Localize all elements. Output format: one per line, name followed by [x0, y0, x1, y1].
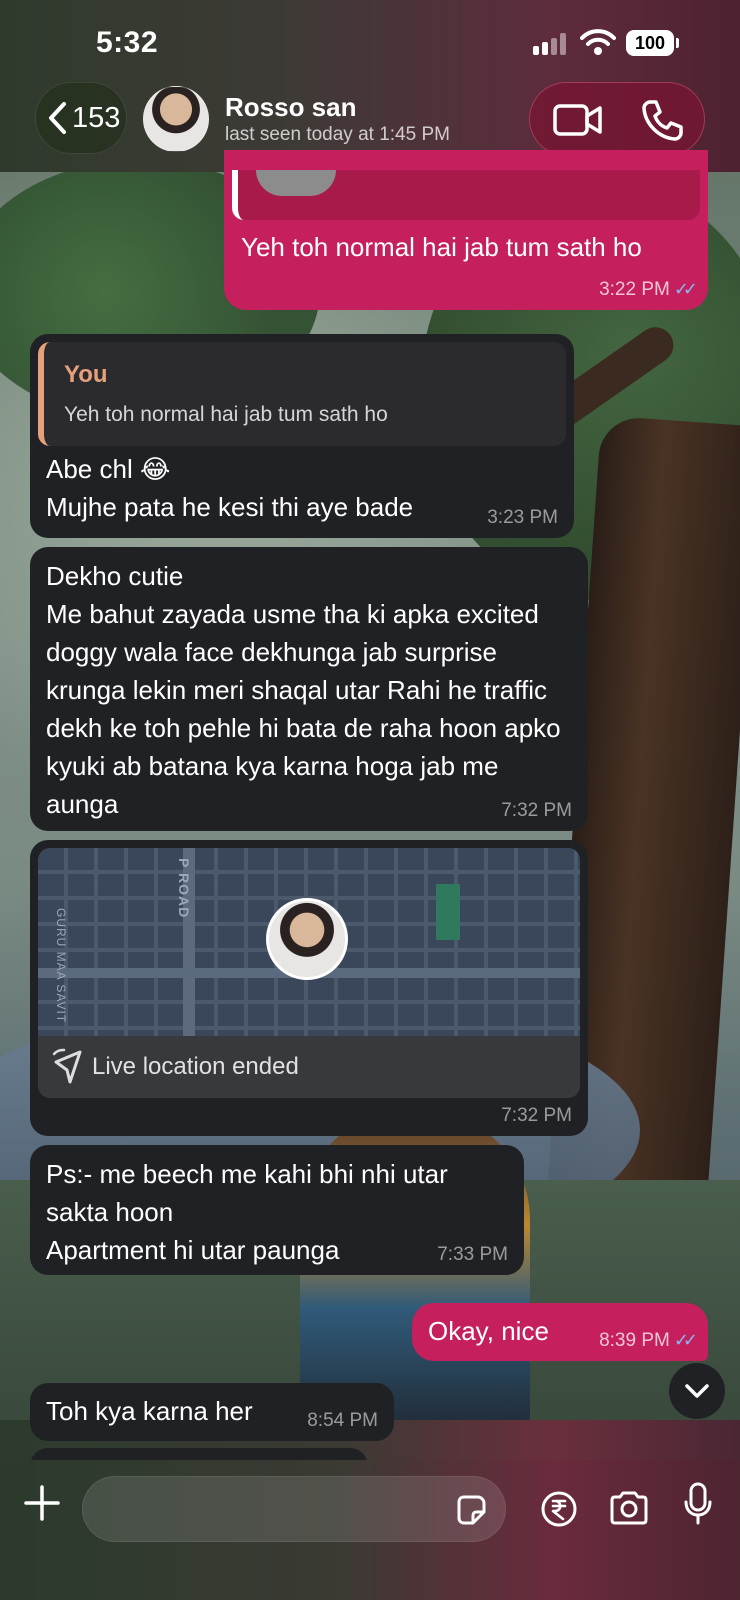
video-call-button[interactable] [553, 100, 603, 140]
location-map[interactable]: P ROAD GURU MAA SAVIT [38, 848, 580, 1036]
back-button[interactable]: 153 [35, 82, 127, 154]
message-meta: 3:22 PM ✓✓ [599, 279, 698, 300]
scroll-to-bottom-button[interactable] [669, 1363, 725, 1419]
message-text: Dekho cutie Me bahut zayada usme tha ki … [46, 561, 561, 819]
message-outgoing[interactable]: Yeh toh normal hai jab tum sath ho 3:22 … [224, 150, 708, 310]
chevron-down-icon [685, 1384, 709, 1398]
live-location-status: Live location ended [38, 1036, 580, 1098]
message-incoming[interactable]: You Yeh toh normal hai jab tum sath ho A… [30, 334, 574, 538]
message-time: 8:39 PM [599, 1330, 670, 1351]
map-avatar [266, 898, 348, 980]
message-meta: 8:39 PM ✓✓ [599, 1330, 698, 1351]
unread-count: 153 [72, 101, 121, 134]
live-location-label: Live location ended [92, 1053, 299, 1080]
message-time: 7:32 PM [501, 800, 572, 821]
map-road-label: P ROAD [176, 858, 192, 919]
wifi-icon [580, 29, 616, 55]
message-input-field[interactable] [82, 1476, 506, 1543]
message-time: 7:33 PM [437, 1244, 508, 1265]
message-text: Abe chl 😂 Mujhe pata he kesi thi aye bad… [46, 450, 413, 526]
message-text: Toh kya karna her [46, 1396, 253, 1426]
camera-icon[interactable] [608, 1490, 650, 1526]
message-outgoing[interactable]: Okay, nice 8:39 PM ✓✓ [412, 1303, 708, 1361]
message-text: Okay, nice [428, 1316, 549, 1346]
battery-indicator: 100 [626, 30, 679, 56]
message-time: 7:32 PM [501, 1105, 572, 1126]
signal-icon [533, 33, 569, 55]
message-time: 3:22 PM [599, 279, 670, 300]
message-incoming[interactable]: Toh kya karna her 8:54 PM [30, 1383, 394, 1441]
message-line: Mujhe pata he kesi thi aye bade [46, 492, 414, 522]
double-check-icon: ✓✓ [673, 279, 698, 299]
quote-text: Yeh toh normal hai jab tum sath ho [64, 403, 388, 426]
contact-last-seen: last seen today at 1:45 PM [225, 124, 450, 145]
contact-name[interactable]: Rosso san [225, 92, 357, 123]
message-live-location[interactable]: P ROAD GURU MAA SAVIT Live location ende… [30, 840, 588, 1136]
microphone-icon[interactable] [683, 1482, 713, 1526]
message-time: 8:54 PM [307, 1410, 378, 1431]
message-input[interactable] [105, 1477, 435, 1543]
status-bar: 5:32 100 [0, 0, 740, 84]
attach-plus-button[interactable] [22, 1483, 62, 1523]
call-buttons [529, 82, 705, 156]
rupee-icon[interactable] [540, 1490, 578, 1528]
message-line: Abe chl 😂 [46, 454, 171, 484]
quote-author: You [64, 361, 108, 388]
message-incoming[interactable]: Dekho cutie Me bahut zayada usme tha ki … [30, 547, 588, 831]
status-time: 5:32 [96, 26, 159, 59]
sticker-icon[interactable] [453, 1492, 489, 1528]
message-time: 3:23 PM [487, 507, 558, 528]
message-text: Yeh toh normal hai jab tum sath ho [241, 232, 642, 262]
chevron-left-icon [49, 102, 66, 134]
message-incoming[interactable]: Ps:- me beech me kahi bhi nhi utar sakta… [30, 1145, 524, 1275]
contact-avatar[interactable] [143, 86, 209, 152]
voice-call-button[interactable] [640, 98, 684, 142]
live-location-icon [52, 1048, 82, 1084]
double-check-icon: ✓✓ [673, 1330, 698, 1350]
composer-bar [0, 1460, 740, 1600]
quoted-message[interactable]: You Yeh toh normal hai jab tum sath ho [38, 342, 566, 446]
map-street-label: GURU MAA SAVIT [54, 908, 68, 1024]
